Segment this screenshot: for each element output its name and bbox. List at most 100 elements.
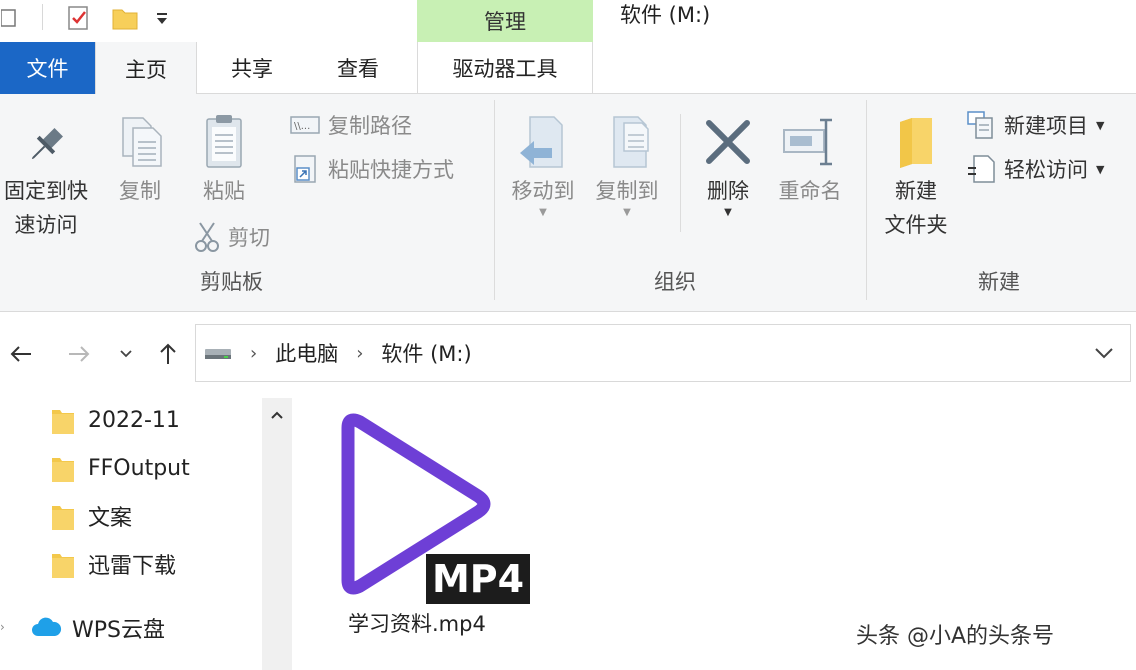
organize-group-label: 组织 (654, 270, 696, 294)
quick-access-dropdown-icon[interactable] (150, 4, 174, 32)
tab-share[interactable]: 共享 (200, 42, 304, 94)
new-folder-icon (894, 110, 938, 174)
delete-x-icon (703, 110, 753, 174)
breadcrumb-drive[interactable]: 软件 (M:) (381, 338, 471, 368)
easy-access-dropdown-icon: ▼ (1096, 162, 1105, 176)
copy-to-dropdown-icon: ▼ (623, 207, 631, 218)
move-to-button[interactable]: 移动到 ▼ (504, 110, 582, 218)
recent-locations-chevron-icon[interactable] (112, 326, 140, 382)
copy-path-icon: \\... (290, 114, 320, 136)
up-arrow-icon[interactable] (152, 326, 184, 382)
ribbon-group-separator (494, 100, 495, 300)
manage-context-tab[interactable]: 管理 (417, 0, 593, 42)
tab-file[interactable]: 文件 (0, 42, 95, 94)
paste-button[interactable]: 粘贴 (192, 110, 256, 208)
tab-view[interactable]: 查看 (304, 42, 412, 94)
pin-icon (24, 116, 68, 174)
ribbon-tabs: 文件 主页 共享 查看 驱动器工具 (0, 42, 1136, 95)
paste-clipboard-icon (201, 110, 247, 174)
back-arrow-icon[interactable] (4, 326, 38, 382)
copy-to-button[interactable]: 复制到 ▼ (588, 110, 666, 218)
easy-access-button[interactable]: 轻松访问 ▼ (966, 152, 1104, 186)
pin-label-line2: 速访问 (14, 213, 78, 237)
nav-item-folder[interactable]: 迅雷下载 (0, 542, 260, 586)
new-group-label: 新建 (978, 270, 1020, 294)
copy-to-icon (600, 110, 654, 174)
new-folder-label-line1: 新建 (895, 179, 937, 203)
nav-item-wps-cloud[interactable]: › WPS云盘 (0, 606, 260, 650)
scissors-icon (194, 221, 220, 253)
move-to-dropdown-icon: ▼ (539, 207, 547, 218)
copy-path-button[interactable]: \\... 复制路径 (290, 108, 412, 142)
ribbon-panel: 固定到快 速访问 复制 粘贴 \\... 复制路径 粘贴快捷方式 剪切 剪贴板 … (0, 94, 1136, 312)
new-item-icon (966, 110, 996, 140)
nav-pane-scrollbar[interactable] (262, 398, 292, 670)
rename-label: 重命名 (778, 179, 842, 203)
organize-separator (680, 114, 681, 232)
address-dropdown-chevron-icon[interactable] (1094, 347, 1114, 359)
paste-shortcut-icon (290, 154, 320, 184)
new-item-label: 新建项目 (1004, 114, 1088, 138)
svg-text:\\...: \\... (294, 121, 310, 132)
new-item-dropdown-icon: ▼ (1096, 118, 1105, 132)
address-bar[interactable]: › 此电脑 › 软件 (M:) (195, 324, 1131, 382)
rename-button[interactable]: 重命名 (770, 110, 850, 208)
copy-label: 复制 (119, 179, 161, 203)
scroll-up-arrow-icon[interactable] (262, 400, 292, 430)
forward-arrow-icon[interactable] (62, 326, 96, 382)
copy-to-label: 复制到 (595, 179, 659, 203)
cloud-icon (30, 616, 62, 646)
breadcrumb-chevron-icon[interactable]: › (250, 343, 257, 364)
move-to-icon (516, 110, 570, 174)
nav-item-label: FFOutput (88, 455, 190, 481)
quick-access-partial-icon[interactable] (0, 4, 20, 32)
copy-button[interactable]: 复制 (110, 110, 170, 208)
breadcrumb-this-pc[interactable]: 此电脑 (275, 338, 338, 368)
delete-label: 删除 (707, 179, 749, 203)
new-folder-label-line2: 文件夹 (884, 213, 948, 237)
breadcrumb-chevron-icon[interactable]: › (356, 343, 363, 364)
nav-item-label: 2022-11 (88, 407, 180, 433)
nav-item-label: 文案 (88, 506, 133, 531)
easy-access-icon (966, 154, 996, 184)
delete-button[interactable]: 删除 ▼ (694, 110, 762, 218)
paste-shortcut-button[interactable]: 粘贴快捷方式 (290, 152, 454, 186)
pin-to-quick-access-button[interactable]: 固定到快 速访问 (0, 116, 92, 242)
nav-item-label: 迅雷下载 (88, 554, 177, 579)
paste-shortcut-label: 粘贴快捷方式 (328, 158, 454, 182)
tab-drive-tools[interactable]: 驱动器工具 (417, 42, 593, 94)
copy-icon (115, 110, 165, 174)
nav-item-folder[interactable]: 2022-11 (0, 398, 260, 442)
nav-item-folder[interactable]: FFOutput (0, 446, 260, 490)
title-bar: 管理 软件 (M:) (0, 0, 1136, 42)
cut-button[interactable]: 剪切 (194, 220, 270, 254)
pin-label-line1: 固定到快 (4, 179, 88, 203)
folder-icon (50, 502, 76, 538)
folder-icon (50, 406, 76, 442)
paste-label: 粘贴 (203, 179, 245, 203)
navigation-pane: 2022-11 FFOutput 文案 迅雷下载 › WPS云盘 (0, 396, 292, 670)
mp4-badge: MP4 (431, 557, 525, 601)
watermark-text: 头条 @小A的头条号 (856, 624, 1055, 649)
new-folder-button[interactable]: 新建 文件夹 (876, 110, 956, 242)
move-to-label: 移动到 (511, 179, 575, 203)
new-item-button[interactable]: 新建项目 ▼ (966, 108, 1104, 142)
ribbon-group-separator-2 (866, 100, 867, 300)
cut-label: 剪切 (228, 226, 270, 250)
tab-home[interactable]: 主页 (95, 42, 197, 95)
new-folder-quick-icon[interactable] (110, 4, 140, 32)
properties-check-icon[interactable] (64, 4, 94, 32)
folder-icon (50, 454, 76, 490)
quick-access-separator (42, 4, 43, 30)
folder-icon (50, 550, 76, 586)
clipboard-group-label: 剪贴板 (200, 270, 263, 294)
expand-chevron-icon[interactable]: › (0, 620, 5, 634)
nav-item-label: WPS云盘 (72, 618, 165, 643)
file-name-label: 学习资料.mp4 (348, 612, 486, 636)
copy-path-label: 复制路径 (328, 114, 412, 138)
easy-access-label: 轻松访问 (1004, 158, 1088, 182)
delete-dropdown-icon: ▼ (724, 207, 732, 218)
nav-item-folder[interactable]: 文案 (0, 494, 260, 538)
rename-icon (780, 110, 840, 174)
drive-icon (204, 344, 232, 362)
